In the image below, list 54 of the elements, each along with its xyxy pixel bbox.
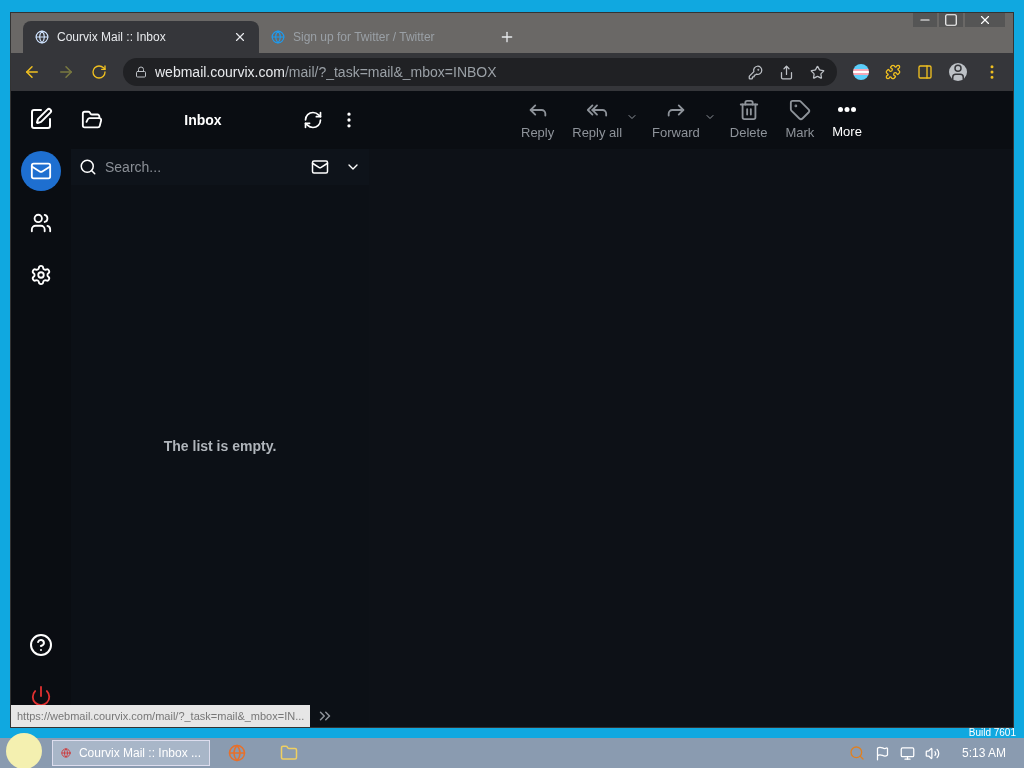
- empty-list-message: The list is empty.: [163, 436, 277, 456]
- toolbar-button[interactable]: Reply: [517, 99, 559, 143]
- refresh-icon[interactable]: [303, 110, 323, 130]
- lock-icon: [135, 66, 147, 78]
- toolbar-button[interactable]: Forward: [648, 99, 704, 143]
- star-icon[interactable]: [810, 64, 825, 80]
- speaker-icon[interactable]: [924, 745, 940, 761]
- tab-title: Sign up for Twitter / Twitter: [293, 29, 436, 46]
- flag-icon[interactable]: [874, 745, 890, 761]
- maximize-icon[interactable]: [939, 13, 963, 27]
- toolbar-button[interactable]: Mark: [781, 99, 819, 143]
- address-field[interactable]: webmail.courvix.com/mail/?_task=mail&_mbox=INBOX: [123, 58, 837, 86]
- key-icon[interactable]: [748, 64, 763, 80]
- toolbar-button[interactable]: More: [828, 99, 866, 142]
- ellipsis-icon: [838, 107, 857, 112]
- url-text: webmail.courvix.com/mail/?_task=mail&_mbox=INBOX: [155, 62, 498, 82]
- envelope-icon: [30, 160, 52, 182]
- toolbar-button[interactable]: Reply all: [568, 99, 627, 143]
- compose-icon[interactable]: [29, 107, 53, 131]
- toolbar-button[interactable]: Delete: [725, 99, 772, 143]
- puzzle-icon[interactable]: [885, 64, 901, 80]
- close-icon[interactable]: [233, 30, 247, 44]
- network-icon[interactable]: [899, 745, 915, 761]
- people-icon: [30, 212, 52, 234]
- tag-icon: [788, 99, 811, 121]
- globe-icon: [35, 30, 49, 44]
- reload-icon[interactable]: [91, 64, 107, 80]
- search-bar[interactable]: Search...: [71, 149, 369, 185]
- profile-icon[interactable]: [949, 63, 967, 81]
- minimize-icon[interactable]: [913, 13, 937, 27]
- new-tab-icon[interactable]: [499, 29, 515, 45]
- logout-icon[interactable]: [30, 685, 52, 707]
- browser-icon: [61, 746, 71, 760]
- nav-item[interactable]: [21, 151, 61, 191]
- side-panel-icon[interactable]: [917, 64, 933, 80]
- browser-tab[interactable]: Courvix Mail :: Inbox: [23, 21, 259, 53]
- search-field[interactable]: Search...: [105, 156, 303, 178]
- forward-icon[interactable]: [57, 63, 75, 81]
- folder-title: Inbox: [183, 110, 223, 130]
- clock: 5:13 AM: [960, 745, 1007, 762]
- trash-icon: [737, 99, 760, 121]
- close-icon[interactable]: [965, 13, 1005, 27]
- share-icon[interactable]: [779, 64, 794, 80]
- globe-icon: [271, 30, 285, 44]
- tab-title: Courvix Mail :: Inbox: [57, 29, 167, 46]
- gear-icon: [30, 264, 52, 286]
- help-icon[interactable]: [29, 633, 53, 657]
- folder-icon[interactable]: [81, 109, 103, 131]
- back-icon[interactable]: [23, 63, 41, 81]
- status-url: https://webmail.courvix.com/mail/?_task=mail&_mbox=IN...: [11, 704, 311, 727]
- envelope-icon[interactable]: [311, 158, 329, 176]
- build-label: Build 7601: [968, 728, 1016, 738]
- start-orb-icon[interactable]: [6, 733, 42, 768]
- search-icon: [79, 158, 97, 176]
